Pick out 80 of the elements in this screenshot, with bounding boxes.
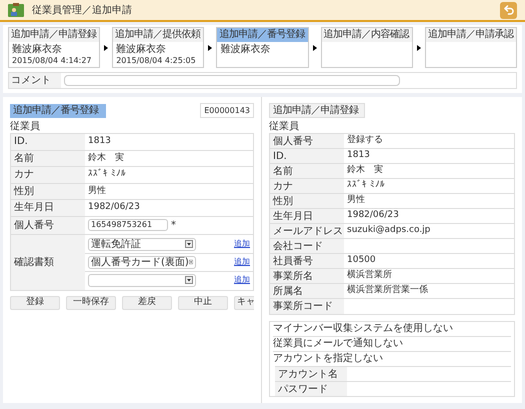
step-title[interactable]: 追加申請／提供依頼	[113, 28, 204, 42]
field-label: 社員番号	[273, 254, 313, 268]
field-label: 確認書類	[14, 256, 54, 270]
step-title[interactable]: 追加申請／申請登録	[9, 28, 100, 42]
field-value: 1813	[88, 135, 112, 148]
stage-badge: 追加申請／番号登録	[10, 104, 106, 118]
dropdown-icon	[188, 258, 193, 266]
field-label: アカウント名	[278, 368, 338, 382]
document-select[interactable]: 運転免許証	[88, 238, 196, 250]
field-label: 生年月日	[273, 210, 313, 224]
dropdown-icon	[185, 276, 193, 284]
field-value: 1813	[347, 149, 370, 162]
field-label: 性別	[273, 194, 293, 208]
section-label: 従業員	[10, 121, 41, 133]
field-value: 男性	[88, 184, 107, 198]
triangle-icon	[312, 44, 317, 50]
step-title[interactable]: 追加申請／申請承認	[426, 28, 516, 42]
add-link[interactable]: 追加	[234, 238, 250, 250]
step-title[interactable]: 追加申請／番号登録	[217, 28, 308, 42]
step-time: 2015/08/04 4:14:27	[12, 55, 92, 66]
section-label: 従業員	[269, 121, 300, 133]
field-label: 事業所コード	[273, 300, 333, 314]
field-label: カナ	[14, 168, 34, 182]
field-value: 横浜営業所営業一係	[347, 284, 428, 298]
required-mark: *	[171, 218, 176, 232]
option-text: 従業員にメールで通知しない	[273, 337, 404, 351]
document-select[interactable]: 個人番号カード(裏面)	[88, 256, 196, 268]
field-value: ｽｽﾞｷ ﾐﾉﾙ	[347, 179, 385, 192]
triangle-icon	[208, 44, 212, 50]
step-time: 2015/08/04 4:25:05	[116, 55, 197, 66]
add-link[interactable]: 追加	[234, 274, 250, 286]
action-button[interactable]: キャ	[234, 296, 254, 310]
number-field[interactable]: 165498753261	[88, 219, 168, 231]
triangle-icon	[416, 44, 421, 50]
field-value: 1982/06/23	[88, 201, 141, 214]
add-link[interactable]: 追加	[234, 256, 250, 268]
step-title[interactable]: 追加申請／内容確認	[322, 28, 412, 42]
action-button[interactable]: 差戻	[122, 296, 172, 310]
action-button[interactable]: 中止	[178, 296, 228, 310]
field-label: 個人番号	[14, 218, 54, 232]
action-button[interactable]: 一時保存	[66, 296, 116, 310]
field-label: 会社コード	[273, 240, 323, 254]
header-title: 従業員管理／追加申請	[32, 4, 133, 18]
field-label: メールアドレス	[273, 224, 343, 238]
field-value: 鈴木 実	[88, 152, 125, 164]
field-value: 1982/06/23	[347, 209, 399, 222]
field-label: ID.	[273, 150, 287, 164]
field-value: 鈴木 実	[347, 164, 383, 178]
field-label: パスワード	[278, 382, 328, 396]
field-label: 名前	[14, 152, 34, 166]
field-label: 個人番号	[273, 134, 313, 148]
field-label: 生年月日	[14, 200, 54, 216]
back-button[interactable]	[500, 2, 517, 18]
comment-field[interactable]	[64, 75, 400, 86]
stage-badge: 追加申請／申請登録	[269, 103, 365, 118]
board-icon	[8, 3, 24, 17]
step-user: 難波麻衣奈	[220, 44, 272, 55]
field-label: 事業所名	[273, 270, 313, 284]
dropdown-icon	[185, 240, 193, 248]
request-number: E00000143	[200, 103, 254, 118]
field-value: ｽｽﾞｷ ﾐﾉﾙ	[88, 168, 127, 181]
field-label: カナ	[273, 180, 293, 194]
action-button[interactable]: 登録	[10, 296, 60, 310]
step-user: 難波麻衣奈	[12, 44, 63, 55]
field-value: 横浜営業所	[347, 269, 392, 282]
triangle-icon	[104, 44, 108, 50]
field-value: 登録する	[347, 134, 383, 148]
option-text: アカウントを指定しない	[273, 352, 384, 366]
back-icon	[502, 4, 514, 16]
field-value: 10500	[347, 254, 376, 268]
document-select[interactable]	[88, 274, 196, 286]
option-text: マイナンバー収集システムを使用しない	[273, 322, 454, 336]
step-user: 難波麻衣奈	[116, 44, 168, 55]
field-label: 性別	[14, 184, 34, 199]
field-label: 名前	[273, 164, 293, 178]
field-label: ID.	[14, 135, 28, 150]
field-value: suzuki@adps.co.jp	[347, 224, 430, 238]
field-label: 所属名	[273, 284, 303, 298]
comment-label: コメント	[9, 73, 61, 88]
field-value: 男性	[347, 194, 365, 208]
